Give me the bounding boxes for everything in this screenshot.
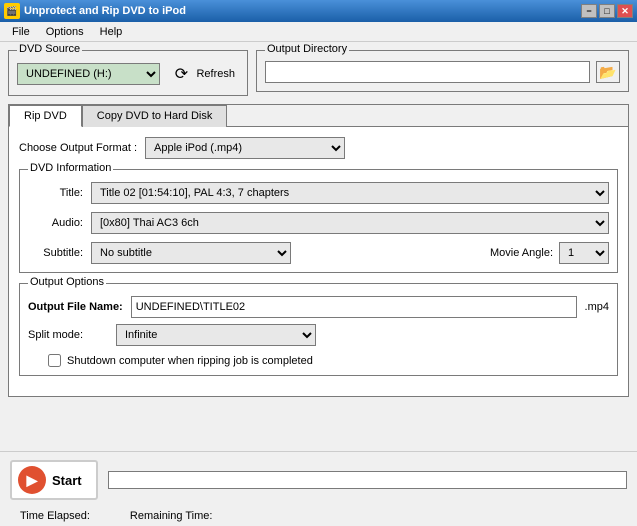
output-options-label: Output Options (28, 276, 106, 288)
menu-file[interactable]: File (4, 24, 38, 40)
refresh-button[interactable]: ⟳ Refresh (166, 61, 239, 87)
title-field-label: Title: (28, 187, 83, 199)
tab-rip-dvd[interactable]: Rip DVD (9, 105, 82, 127)
browse-folder-button[interactable]: 📂 (596, 61, 620, 83)
file-name-label: Output File Name: (28, 301, 123, 313)
file-name-input[interactable] (131, 296, 577, 318)
file-name-row: Output File Name: .mp4 (28, 296, 609, 318)
dvd-source-label: DVD Source (17, 43, 82, 55)
source-row: UNDEFINED (H:) ⟳ Refresh (17, 61, 239, 87)
output-directory-label: Output Directory (265, 43, 349, 55)
maximize-button[interactable]: □ (599, 4, 615, 18)
bottom-area: ▶ Start Time Elapsed: Remaining Time: (0, 451, 637, 521)
title-select-wrapper: Title 02 [01:54:10], PAL 4:3, 7 chapters (91, 182, 609, 204)
movie-angle-section: Movie Angle: 1 (490, 242, 609, 264)
output-options-group: Output Options Output File Name: .mp4 Sp… (19, 283, 618, 376)
refresh-icon: ⟳ (170, 63, 192, 85)
subtitle-select-wrapper: No subtitle (91, 242, 291, 264)
audio-select-wrapper: [0x80] Thai AC3 6ch (91, 212, 609, 234)
menu-bar: File Options Help (0, 22, 637, 42)
shutdown-label: Shutdown computer when ripping job is co… (67, 355, 313, 367)
tab-content: Choose Output Format : Apple iPod (.mp4)… (9, 127, 628, 396)
refresh-label: Refresh (196, 68, 235, 80)
drive-select[interactable]: UNDEFINED (H:) (17, 63, 160, 85)
progress-bar (108, 471, 627, 489)
movie-angle-label: Movie Angle: (490, 247, 553, 259)
menu-options[interactable]: Options (38, 24, 92, 40)
tab-copy-dvd[interactable]: Copy DVD to Hard Disk (82, 105, 228, 127)
output-row: 📂 (265, 61, 620, 83)
start-label: Start (52, 473, 82, 488)
drive-select-wrapper: UNDEFINED (H:) (17, 63, 160, 85)
main-area: DVD Source UNDEFINED (H:) ⟳ Refresh Outp… (0, 42, 637, 405)
top-row: DVD Source UNDEFINED (H:) ⟳ Refresh Outp… (8, 50, 629, 96)
dvd-info-label: DVD Information (28, 162, 113, 174)
minimize-button[interactable]: − (581, 4, 597, 18)
audio-row: Audio: [0x80] Thai AC3 6ch (28, 212, 609, 234)
audio-select[interactable]: [0x80] Thai AC3 6ch (91, 212, 609, 234)
split-row: Split mode: Infinite (28, 324, 609, 346)
split-label: Split mode: (28, 329, 108, 341)
subtitle-section: Subtitle: No subtitle (28, 242, 291, 264)
close-button[interactable]: ✕ (617, 4, 633, 18)
audio-field-label: Audio: (28, 217, 83, 229)
time-row: Time Elapsed: Remaining Time: (0, 508, 637, 526)
split-select[interactable]: Infinite (116, 324, 316, 346)
output-directory-input[interactable] (265, 61, 590, 83)
remaining-time-label: Remaining Time: (130, 510, 213, 522)
subtitle-field-label: Subtitle: (28, 247, 83, 259)
dvd-source-group: DVD Source UNDEFINED (H:) ⟳ Refresh (8, 50, 248, 96)
tab-header: Rip DVD Copy DVD to Hard Disk (9, 105, 628, 127)
format-label: Choose Output Format : (19, 142, 137, 154)
window-controls: − □ ✕ (581, 4, 633, 18)
title-row: Title: Title 02 [01:54:10], PAL 4:3, 7 c… (28, 182, 609, 204)
title-bar: 🎬 Unprotect and Rip DVD to iPod − □ ✕ (0, 0, 637, 22)
tab-container: Rip DVD Copy DVD to Hard Disk Choose Out… (8, 104, 629, 397)
split-select-wrapper: Infinite (116, 324, 316, 346)
start-button[interactable]: ▶ Start (10, 460, 98, 500)
window-title: Unprotect and Rip DVD to iPod (24, 5, 581, 17)
shutdown-row: Shutdown computer when ripping job is co… (28, 354, 609, 367)
angle-select[interactable]: 1 (559, 242, 609, 264)
title-select[interactable]: Title 02 [01:54:10], PAL 4:3, 7 chapters (91, 182, 609, 204)
angle-select-wrapper: 1 (559, 242, 609, 264)
subtitle-select[interactable]: No subtitle (91, 242, 291, 264)
format-row: Choose Output Format : Apple iPod (.mp4) (19, 137, 618, 159)
dvd-info-group: DVD Information Title: Title 02 [01:54:1… (19, 169, 618, 273)
start-arrow-icon: ▶ (18, 466, 46, 494)
output-directory-group: Output Directory 📂 (256, 50, 629, 92)
start-row: ▶ Start (0, 452, 637, 508)
menu-help[interactable]: Help (92, 24, 131, 40)
shutdown-checkbox[interactable] (48, 354, 61, 367)
time-elapsed-label: Time Elapsed: (20, 510, 90, 522)
format-select[interactable]: Apple iPod (.mp4) (145, 137, 345, 159)
subtitle-angle-row: Subtitle: No subtitle Movie Angle: 1 (28, 242, 609, 264)
app-icon: 🎬 (4, 3, 20, 19)
format-select-wrapper: Apple iPod (.mp4) (145, 137, 345, 159)
file-ext-label: .mp4 (585, 301, 609, 313)
